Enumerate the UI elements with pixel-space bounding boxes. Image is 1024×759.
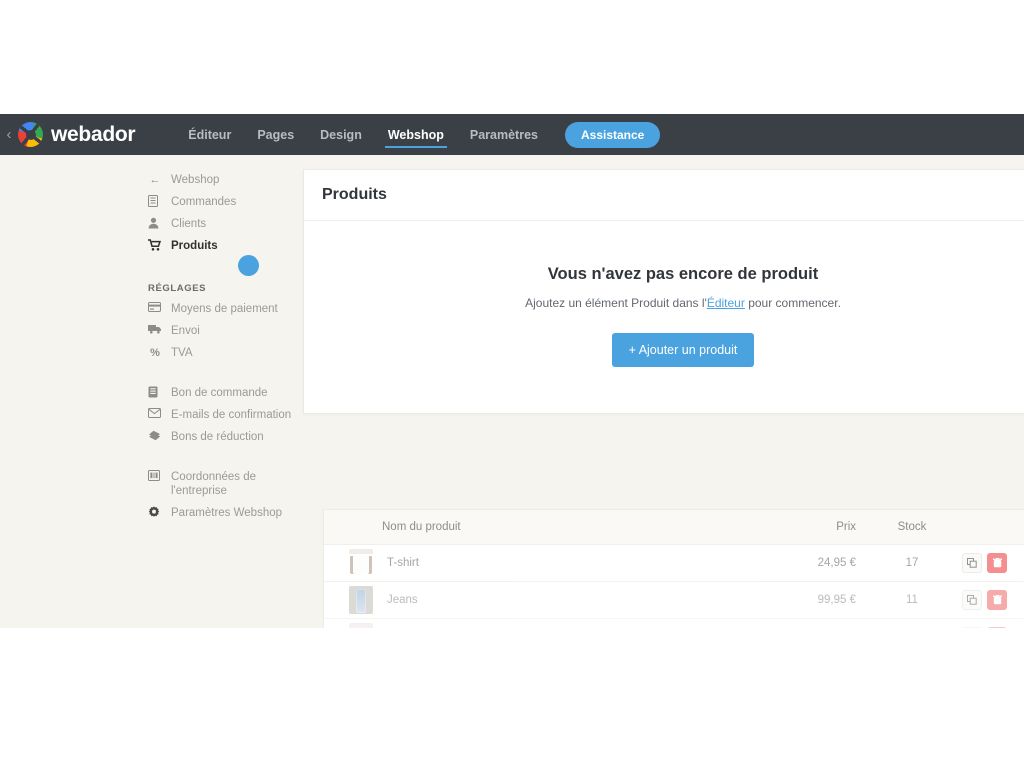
sidebar-item-label: Bons de réduction: [171, 431, 264, 443]
sidebar-item-clients[interactable]: Clients: [140, 213, 305, 235]
empty-state-subtitle: Ajoutez un élément Produit dans l'Éditeu…: [322, 296, 1024, 310]
sidebar-item-label: Bon de commande: [171, 387, 268, 399]
nav-item-webshop[interactable]: Webshop: [375, 114, 457, 155]
page-title: Produits: [322, 186, 387, 203]
sidebar-item-commandes[interactable]: Commandes: [140, 191, 305, 213]
empty-state-text-before: Ajoutez un élément Produit dans l': [525, 296, 707, 310]
user-icon: [148, 217, 162, 229]
table-row[interactable]: Jeans 99,95 € 11: [324, 582, 1024, 619]
sidebar-item-label: Commandes: [171, 196, 237, 208]
editeur-link[interactable]: Éditeur: [707, 296, 745, 310]
nav-item-editeur[interactable]: Éditeur: [175, 114, 244, 155]
row-actions: [962, 627, 1024, 628]
mouse-click-indicator: [238, 255, 259, 276]
column-header-price: Prix: [836, 521, 856, 533]
empty-state: Vous n'avez pas encore de produit Ajoute…: [304, 221, 1024, 413]
sidebar-item-parametres-webshop[interactable]: Paramètres Webshop: [140, 502, 305, 524]
table-row[interactable]: Chemise 79,95 € 25: [324, 619, 1024, 628]
invoice-icon: [148, 386, 162, 398]
sidebar-item-produits[interactable]: Produits: [140, 235, 305, 257]
document-list-icon: [148, 195, 162, 207]
produits-card: Produits Vous n'avez pas encore de produ…: [303, 169, 1024, 414]
percent-icon: %: [150, 347, 160, 359]
table-row[interactable]: T-shirt 24,95 € 17: [324, 545, 1024, 582]
top-navigation-bar: ‹ webador Éditeur Pages Design Webshop P…: [0, 114, 1024, 155]
product-thumbnail-cell: [324, 549, 382, 577]
building-icon: [148, 470, 162, 481]
sidebar-section-reglages: RÉGLAGES: [148, 283, 207, 294]
product-table-header: Nom du produit Prix Stock: [324, 510, 1024, 545]
duplicate-icon[interactable]: [962, 553, 982, 573]
sidebar-item-label: Produits: [171, 240, 218, 252]
product-thumbnail-cell: [324, 623, 382, 628]
duplicate-icon[interactable]: [962, 627, 982, 628]
sidebar-item-webshop[interactable]: ← Webshop: [140, 169, 305, 191]
empty-state-text-after: pour commencer.: [744, 296, 841, 310]
webador-app-window: ‹ webador Éditeur Pages Design Webshop P…: [0, 114, 1024, 628]
brand-name: webador: [51, 122, 136, 146]
empty-state-title: Vous n'avez pas encore de produit: [547, 265, 819, 283]
product-stock: 11: [906, 594, 918, 606]
envelope-icon: [148, 408, 162, 418]
shopping-cart-icon: [148, 239, 162, 251]
nav-item-parametres[interactable]: Paramètres: [457, 114, 551, 155]
sidebar-item-label: Webshop: [171, 174, 220, 186]
chemise-thumbnail: [349, 623, 373, 628]
product-table-card: Nom du produit Prix Stock T-shirt 24,95 …: [323, 509, 1024, 628]
product-price: 24,95 €: [817, 557, 856, 569]
truck-icon: [148, 324, 162, 334]
webador-mark-icon: [18, 122, 43, 147]
tag-icon: [148, 430, 162, 442]
brand-logo[interactable]: webador: [18, 122, 136, 147]
sidebar-item-moyens-de-paiement[interactable]: Moyens de paiement: [140, 298, 305, 320]
tshirt-thumbnail: [349, 549, 373, 577]
card-header: Produits: [304, 170, 1024, 221]
row-actions: [962, 553, 1024, 573]
duplicate-icon[interactable]: [962, 590, 982, 610]
sidebar-item-bon-de-commande[interactable]: Bon de commande: [140, 382, 305, 404]
trash-icon[interactable]: [987, 627, 1007, 628]
add-product-button[interactable]: + Ajouter un produit: [611, 333, 755, 367]
product-price: 99,95 €: [817, 594, 856, 606]
nav-item-design[interactable]: Design: [307, 114, 375, 155]
sidebar-item-label: Clients: [171, 218, 207, 230]
chevron-left-icon[interactable]: ‹: [2, 127, 16, 142]
assistance-button[interactable]: Assistance: [564, 121, 661, 148]
sidebar-item-coordonnees-entreprise[interactable]: Coordonnées de l'entreprise: [140, 466, 305, 502]
sidebar-item-label: Coordonnées de l'entreprise: [171, 471, 257, 497]
product-name: T-shirt: [387, 557, 419, 569]
jeans-thumbnail: [349, 586, 373, 614]
sidebar-item-emails-de-confirmation[interactable]: E-mails de confirmation: [140, 404, 305, 426]
sidebar-item-label: E-mails de confirmation: [171, 409, 292, 421]
product-name: Jeans: [387, 594, 418, 606]
credit-card-icon: [148, 302, 162, 312]
column-header-name: Nom du produit: [382, 521, 461, 533]
sidebar-item-label: Moyens de paiement: [171, 303, 278, 315]
sidebar-item-envoi[interactable]: Envoi: [140, 320, 305, 342]
sidebar-item-label: TVA: [171, 347, 193, 359]
column-header-stock: Stock: [897, 521, 927, 533]
gear-icon: [148, 506, 162, 518]
main-nav-menu: Éditeur Pages Design Webshop Paramètres …: [175, 114, 661, 155]
product-stock: 17: [905, 557, 919, 569]
sidebar-item-tva[interactable]: % TVA: [140, 342, 305, 364]
main-content-panel: Produits Vous n'avez pas encore de produ…: [303, 169, 1024, 414]
sidebar-item-bons-de-reduction[interactable]: Bons de réduction: [140, 426, 305, 448]
row-actions: [962, 590, 1024, 610]
nav-item-pages[interactable]: Pages: [244, 114, 307, 155]
trash-icon[interactable]: [987, 553, 1007, 573]
sidebar-item-label: Paramètres Webshop: [171, 507, 283, 519]
webshop-sidebar: ← Webshop Commandes Clients Produits RÉG…: [140, 169, 305, 524]
sidebar-item-label: Envoi: [171, 325, 200, 337]
product-thumbnail-cell: [324, 586, 382, 614]
trash-icon[interactable]: [987, 590, 1007, 610]
arrow-left-icon: ←: [149, 174, 161, 186]
